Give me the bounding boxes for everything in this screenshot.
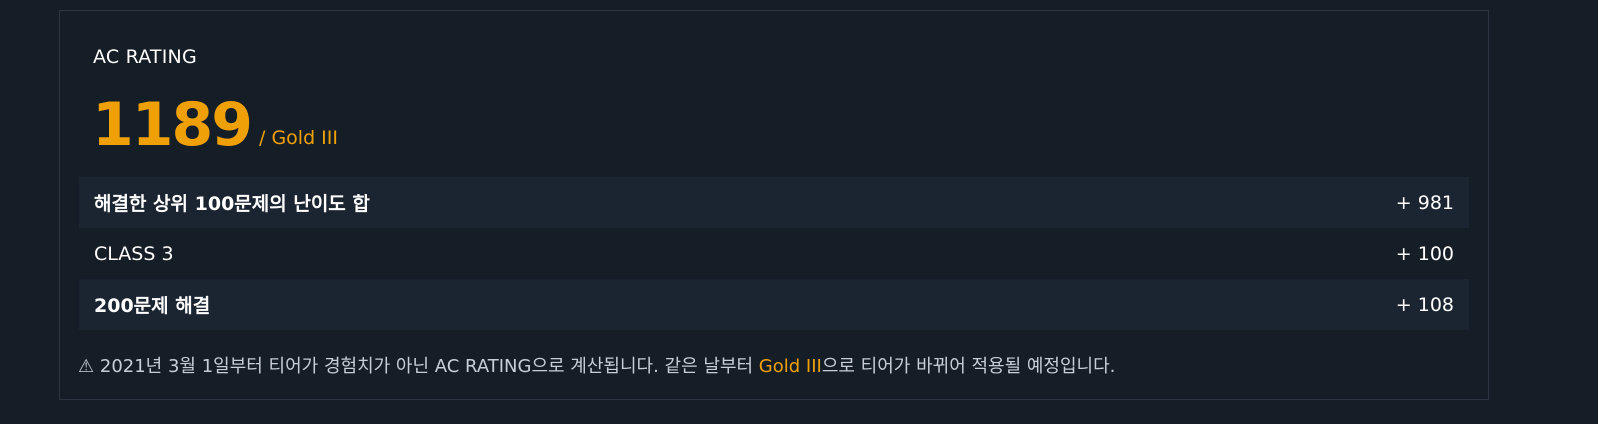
- rating-tier: / Gold III: [259, 127, 338, 149]
- rating-breakdown: 해결한 상위 100문제의 난이도 합 + 981 CLASS 3 + 100 …: [79, 177, 1469, 330]
- breakdown-value: + 108: [1395, 293, 1454, 316]
- breakdown-row-top100: 해결한 상위 100문제의 난이도 합 + 981: [79, 177, 1469, 228]
- breakdown-label: 200문제 해결: [94, 295, 211, 317]
- tier-change-notice: ⚠ 2021년 3월 1일부터 티어가 경험치가 아닌 AC RATING으로 …: [78, 352, 1115, 378]
- rating-value: 1189: [92, 90, 253, 160]
- breakdown-value: + 981: [1395, 191, 1454, 214]
- ac-rating-card: AC RATING 1189 / Gold III 해결한 상위 100문제의 …: [59, 10, 1489, 400]
- rating-display: 1189 / Gold III: [92, 87, 338, 157]
- breakdown-value: + 100: [1395, 242, 1454, 265]
- card-title: AC RATING: [93, 46, 197, 68]
- notice-tier-highlight: Gold III: [758, 356, 822, 377]
- warning-icon: ⚠: [78, 356, 95, 377]
- breakdown-row-solved-count: 200문제 해결 + 108: [79, 279, 1469, 330]
- notice-text-before: 2021년 3월 1일부터 티어가 경험치가 아닌 AC RATING으로 계산…: [99, 356, 759, 377]
- breakdown-label: 해결한 상위 100문제의 난이도 합: [94, 193, 370, 215]
- breakdown-row-class: CLASS 3 + 100: [79, 228, 1469, 279]
- breakdown-label: CLASS 3: [94, 242, 174, 265]
- notice-text-after: 으로 티어가 바뀌어 적용될 예정입니다.: [821, 356, 1116, 377]
